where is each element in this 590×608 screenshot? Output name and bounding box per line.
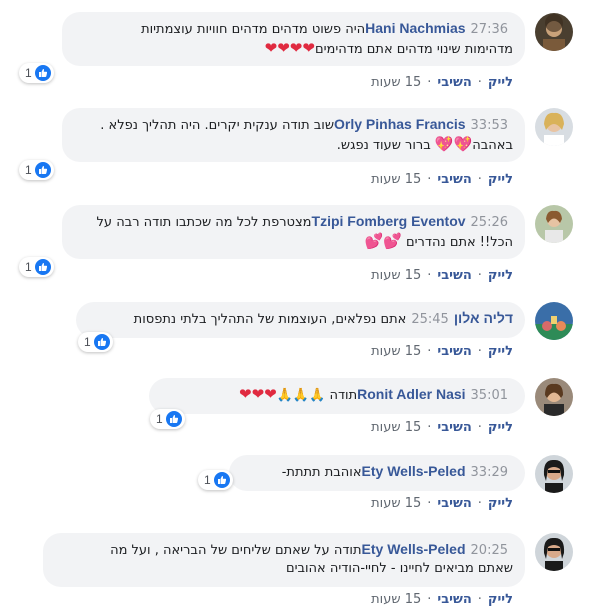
reaction-badge[interactable]: 1: [198, 470, 233, 490]
comment-text-line2: הכל!! אתם נהדרים: [406, 235, 513, 250]
like-reaction-icon: [213, 472, 230, 488]
reply-link[interactable]: השיבי: [437, 268, 471, 284]
reaction-badge[interactable]: 1: [19, 63, 54, 83]
comment-text-line2: מדהימות שינוי מדהים אתם מדהימים: [314, 42, 513, 57]
avatar[interactable]: [535, 13, 573, 51]
comment-age[interactable]: 15 שעות: [371, 172, 421, 188]
comment-text: אתם נפלאים, העוצמות של התהליך בלתי נתפסו…: [133, 312, 407, 327]
comment-timestamp: 33:29: [470, 465, 508, 480]
reaction-count: 1: [25, 260, 32, 274]
comment-author[interactable]: דליה אלון: [454, 310, 513, 326]
comment-bubble: Hani Nachmias 27:36 היה פשוט מדהים מדהים ח…: [62, 12, 525, 66]
praying-hands-emojis: 🙏🙏🙏: [276, 388, 326, 403]
comment-age[interactable]: 15 שעות: [371, 75, 421, 91]
like-link[interactable]: לייק: [488, 75, 513, 91]
like-reaction-icon: [165, 411, 182, 427]
comment-actions: לייק · השיבי · 15 שעות: [371, 268, 513, 284]
comment-timestamp: 25:45: [411, 312, 449, 327]
reply-link[interactable]: השיבי: [437, 172, 471, 188]
reaction-count: 1: [25, 66, 32, 80]
comment-text: תודה: [329, 388, 358, 403]
comment-author[interactable]: Ety Wells-Peled: [362, 541, 466, 557]
comment-age[interactable]: 15 שעות: [371, 592, 421, 608]
reaction-badge[interactable]: 1: [150, 409, 185, 429]
like-reaction-icon: [34, 259, 51, 275]
avatar[interactable]: [535, 302, 573, 340]
heart-emojis: 💖💖: [434, 135, 473, 153]
reaction-count: 1: [156, 412, 163, 426]
comment-bubble: Ronit Adler Nasi 35:01 תודה 🙏🙏🙏❤❤❤: [149, 378, 525, 414]
reply-link[interactable]: השיבי: [437, 344, 471, 360]
reaction-count: 1: [84, 335, 91, 349]
reply-link[interactable]: השיבי: [437, 75, 471, 91]
like-link[interactable]: לייק: [488, 268, 513, 284]
reaction-badge[interactable]: 1: [78, 332, 113, 352]
comment-timestamp: 33:53: [470, 118, 508, 133]
comment-bubble: Ety Wells-Peled 20:25 תודה על שאתם שליחים …: [43, 533, 525, 587]
comment-age[interactable]: 15 שעות: [371, 496, 421, 512]
like-reaction-icon: [34, 65, 51, 81]
comment-author[interactable]: Orly Pinhas Francis: [334, 116, 466, 132]
comment-timestamp: 35:01: [470, 388, 508, 403]
comment-actions: לייק · השיבי · 15 שעות: [371, 420, 513, 436]
comment-author[interactable]: Hani Nachmias: [365, 20, 465, 36]
heart-emojis: 💕💕: [364, 232, 402, 250]
avatar[interactable]: [535, 455, 573, 493]
comment-actions: לייק · השיבי · 15 שעות: [371, 496, 513, 512]
like-reaction-icon: [93, 334, 110, 350]
comment-actions: לייק · השיבי · 15 שעות: [371, 592, 513, 608]
avatar[interactable]: [535, 205, 573, 243]
comment-author[interactable]: Tzipi Fomberg Eventov: [312, 213, 466, 229]
comment-author[interactable]: Ety Wells-Peled: [362, 463, 466, 479]
like-link[interactable]: לייק: [488, 344, 513, 360]
comment-bubble: דליה אלון 25:45 אתם נפלאים, העוצמות של התה…: [76, 302, 525, 338]
comment-age[interactable]: 15 שעות: [371, 344, 421, 360]
avatar[interactable]: [535, 108, 573, 146]
comment-text: אוהבת תתתת-: [281, 465, 362, 480]
reply-link[interactable]: השיבי: [437, 496, 471, 512]
like-link[interactable]: לייק: [488, 420, 513, 436]
heart-emojis: ❤❤❤: [239, 385, 277, 403]
like-link[interactable]: לייק: [488, 172, 513, 188]
comment-text: היה פשוט מדהים מדהים חוויות עוצמתיות: [141, 22, 366, 37]
comment-text-line2: שאתם מביאים לחיינו - לחיי-הודיה אהובים: [285, 561, 513, 576]
avatar[interactable]: [535, 533, 573, 571]
comment-author[interactable]: Ronit Adler Nasi: [357, 386, 465, 402]
reply-link[interactable]: השיבי: [437, 420, 471, 436]
reaction-badge[interactable]: 1: [19, 257, 54, 277]
comment-actions: לייק · השיבי · 15 שעות: [371, 75, 513, 91]
comment-timestamp: 20:25: [470, 543, 508, 558]
comment-text: מצטרפת לכל מה שכתבו תודה רבה על: [96, 215, 312, 230]
like-link[interactable]: לייק: [488, 496, 513, 512]
comment-bubble: Orly Pinhas Francis 33:53 שוב תודה ענקית י…: [62, 108, 525, 162]
comment-timestamp: 25:26: [470, 215, 508, 230]
comment-text-line2b: ברור שעוד נפגש.: [336, 138, 431, 153]
comment-age[interactable]: 15 שעות: [371, 268, 421, 284]
reaction-count: 1: [25, 163, 32, 177]
like-reaction-icon: [34, 162, 51, 178]
reply-link[interactable]: השיבי: [437, 592, 471, 608]
comment-actions: לייק · השיבי · 15 שעות: [371, 344, 513, 360]
comment-bubble: Tzipi Fomberg Eventov 25:26 מצטרפת לכל מה …: [62, 205, 525, 259]
comment-timestamp: 27:36: [470, 22, 508, 37]
reaction-count: 1: [204, 473, 211, 487]
reaction-badge[interactable]: 1: [19, 160, 54, 180]
like-link[interactable]: לייק: [488, 592, 513, 608]
comment-text-line2: באהבה: [472, 138, 513, 153]
heart-emojis: ❤❤❤❤: [264, 39, 315, 57]
comment-text: תודה על שאתם שליחים של הבריאה , ועל מה: [110, 543, 362, 558]
avatar[interactable]: [535, 378, 573, 416]
comment-age[interactable]: 15 שעות: [371, 420, 421, 436]
comment-bubble: Ety Wells-Peled 33:29 אוהבת תתתת-: [229, 455, 525, 491]
comment-actions: לייק · השיבי · 15 שעות: [371, 172, 513, 188]
comment-text: שוב תודה ענקית יקרים. היה תהליך נפלא .: [100, 118, 335, 133]
